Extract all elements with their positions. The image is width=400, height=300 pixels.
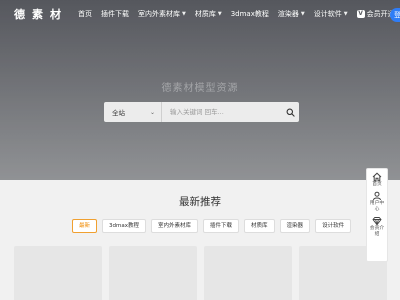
search-icon[interactable]	[281, 102, 299, 122]
search-scope-value: 全站	[112, 109, 125, 117]
chevron-down-icon: ▼	[343, 11, 348, 17]
nav-item-vip[interactable]: V 会员开通	[356, 9, 395, 19]
float-item-label: 首页	[372, 182, 382, 187]
floating-sidebar: 首页 用户中心 会员介绍	[366, 168, 388, 262]
nav-item-label: 材质库	[194, 10, 216, 18]
vip-icon: V	[356, 10, 365, 18]
nav-item-label: 首页	[78, 10, 92, 18]
chevron-down-icon: ⌄	[149, 108, 155, 116]
tab-plugins[interactable]: 插件下载	[203, 219, 240, 233]
nav-item-label: 设计软件	[313, 10, 342, 18]
content-cards	[14, 246, 387, 300]
logo-char: 德	[14, 8, 26, 21]
home-icon	[372, 172, 382, 182]
login-button[interactable]: 登	[390, 8, 400, 22]
category-tabs: 最新 3dmax教程 室内外素材库 插件下载 材质库 渲染器 设计软件	[72, 219, 352, 233]
logo-char: 素	[32, 8, 44, 21]
nav-item-models[interactable]: 室内外素材库 ▼	[138, 9, 186, 19]
nav-item-renderers[interactable]: 渲染器 ▼	[278, 9, 305, 19]
top-navigation: 德 素 材 首页 插件下载 室内外素材库 ▼ 材质库 ▼ 3dmax教程 渲染器 ▼ …	[0, 0, 400, 28]
nav-item-software[interactable]: 设计软件 ▼	[314, 9, 348, 19]
search-input[interactable]	[162, 102, 281, 122]
section-title: 最新推荐	[179, 196, 221, 208]
hero-subtitle: 德素材模型资源	[161, 83, 239, 94]
nav-links: 首页 插件下载 室内外素材库 ▼ 材质库 ▼ 3dmax教程 渲染器 ▼ 设计软件 ▼ …	[78, 0, 395, 28]
tab-software[interactable]: 设计软件	[315, 219, 352, 233]
diamond-icon	[372, 217, 382, 226]
tab-renderers[interactable]: 渲染器	[279, 219, 311, 233]
nav-item-label: 渲染器	[277, 10, 299, 18]
float-item-vip-intro[interactable]: 会员介绍	[366, 216, 388, 238]
search-bar: 全站 ⌄	[104, 102, 299, 122]
nav-item-label: 3dmax教程	[230, 10, 269, 18]
nav-item-label: 室内外素材库	[138, 10, 180, 18]
tab-materials[interactable]: 材质库	[244, 219, 275, 233]
search-scope-select[interactable]: 全站 ⌄	[104, 102, 162, 122]
chevron-down-icon: ▼	[217, 11, 222, 17]
nav-item-materials[interactable]: 材质库 ▼	[195, 9, 222, 19]
tab-3dmax-tutorials[interactable]: 3dmax教程	[102, 219, 146, 233]
logo-char: 材	[50, 8, 62, 21]
nav-item-home[interactable]: 首页	[78, 9, 92, 19]
float-item-home[interactable]: 首页	[366, 172, 388, 188]
nav-item-plugins[interactable]: 插件下载	[101, 9, 129, 19]
tab-models[interactable]: 室内外素材库	[151, 219, 199, 233]
user-icon	[373, 191, 381, 201]
chevron-down-icon: ▼	[300, 11, 305, 17]
nav-item-tutorials[interactable]: 3dmax教程	[231, 9, 269, 19]
content-card[interactable]	[109, 246, 197, 300]
float-item-label: 用户中心	[369, 201, 385, 212]
chevron-down-icon: ▼	[182, 11, 186, 17]
site-logo[interactable]: 德 素 材	[14, 6, 62, 22]
tab-latest[interactable]: 最新	[72, 219, 98, 233]
content-card[interactable]	[204, 246, 292, 300]
float-item-label: 会员介绍	[369, 226, 385, 237]
float-item-user-center[interactable]: 用户中心	[366, 191, 388, 213]
nav-item-label: 插件下载	[101, 10, 129, 18]
content-card[interactable]	[14, 246, 102, 300]
